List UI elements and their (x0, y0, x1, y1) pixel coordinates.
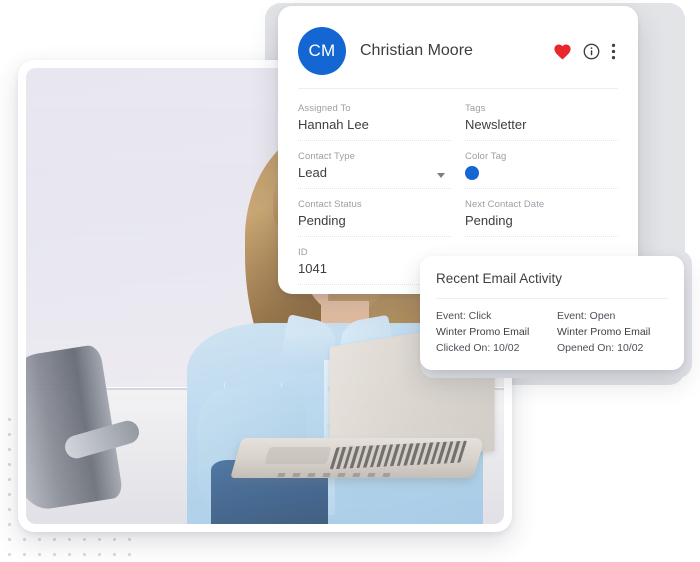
more-options-icon[interactable] (611, 43, 616, 60)
field-row: Contact Type Lead Color Tag (298, 150, 618, 198)
field-label: Assigned To (298, 103, 351, 114)
field-label: Tags (465, 103, 486, 114)
email-subject: Winter Promo Email (436, 326, 530, 338)
field-next-contact-date[interactable]: Next Contact Date Pending (465, 198, 618, 237)
email-subject: Winter Promo Email (557, 326, 651, 338)
field-color-tag[interactable]: Color Tag (465, 150, 618, 189)
avatar: CM (298, 27, 346, 75)
chevron-down-icon[interactable] (437, 173, 445, 178)
field-label: Next Contact Date (465, 199, 545, 210)
contact-card-header: CM Christian Moore (278, 6, 638, 76)
email-date: Opened On: 10/02 (557, 342, 644, 354)
field-value: Hannah Lee (298, 117, 369, 132)
email-activity-item[interactable]: Event: Open Winter Promo Email Opened On… (557, 308, 668, 356)
field-row: Contact Status Pending Next Contact Date… (298, 198, 618, 246)
field-label: Contact Type (298, 151, 356, 162)
info-icon[interactable] (583, 43, 600, 60)
field-value: Lead (298, 165, 327, 180)
field-value: Pending (465, 213, 513, 228)
field-label: Contact Status (298, 199, 362, 210)
email-activity-body: Event: Click Winter Promo Email Clicked … (420, 299, 684, 356)
contact-card-actions (553, 43, 616, 60)
email-event: Event: Click (436, 310, 492, 322)
email-activity-title: Recent Email Activity (436, 271, 563, 286)
recent-email-activity-card: Recent Email Activity Event: Click Winte… (420, 256, 684, 370)
email-event: Event: Open (557, 310, 616, 322)
field-tags[interactable]: Tags Newsletter (465, 102, 618, 141)
field-value: Pending (298, 213, 346, 228)
email-date: Clicked On: 10/02 (436, 342, 520, 354)
field-contact-type[interactable]: Contact Type Lead (298, 150, 451, 189)
email-activity-item[interactable]: Event: Click Winter Promo Email Clicked … (436, 308, 547, 356)
field-assigned-to[interactable]: Assigned To Hannah Lee (298, 102, 451, 141)
color-tag-swatch[interactable] (465, 166, 479, 180)
contact-name: Christian Moore (360, 42, 473, 59)
field-value: Newsletter (465, 117, 527, 132)
contact-detail-card: CM Christian Moore Assigned To Hannah Le… (278, 6, 638, 294)
field-label: Color Tag (465, 151, 507, 162)
composition-stage: CM Christian Moore Assigned To Hannah Le… (0, 0, 700, 562)
favorite-heart-icon[interactable] (553, 43, 572, 60)
field-contact-status[interactable]: Contact Status Pending (298, 198, 451, 237)
field-row: Assigned To Hannah Lee Tags Newsletter (298, 102, 618, 150)
